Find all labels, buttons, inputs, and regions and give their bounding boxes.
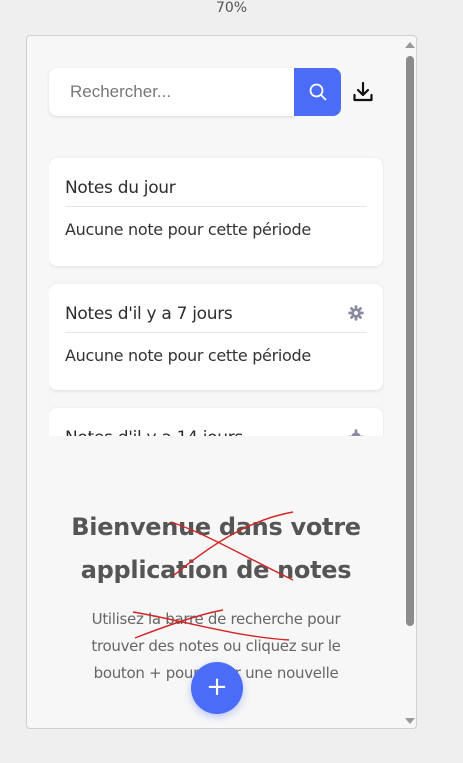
- download-button[interactable]: [349, 78, 377, 106]
- welcome-title: Bienvenue dans votre application de note…: [71, 513, 361, 584]
- note-card-14-days: Notes d'il y a 14 jours: [49, 408, 383, 436]
- add-note-button[interactable]: +: [191, 662, 243, 714]
- note-card-title: Notes d'il y a 14 jours: [65, 428, 243, 436]
- search-input[interactable]: [49, 68, 295, 116]
- note-card-empty-text: Aucune note pour cette période: [65, 220, 311, 239]
- note-card-empty-text: Aucune note pour cette période: [65, 346, 311, 365]
- gear-icon[interactable]: [347, 428, 365, 436]
- note-card-header: Notes d'il y a 7 jours: [65, 304, 367, 333]
- welcome-section: Bienvenue dans votre application de note…: [27, 506, 405, 687]
- search-icon: [309, 83, 326, 101]
- note-card-header: Notes du jour: [65, 178, 367, 207]
- gear-icon[interactable]: [347, 304, 365, 322]
- scroll-down-arrow-icon[interactable]: [405, 718, 415, 724]
- note-card-title: Notes du jour: [65, 178, 176, 198]
- note-card-7-days: Notes d'il y a 7 jours Aucune note pour …: [49, 284, 383, 390]
- scroll-up-arrow-icon[interactable]: [405, 42, 415, 48]
- popup-content: Notes du jour Aucune note pour cette pér…: [27, 36, 405, 728]
- search-button[interactable]: [294, 68, 341, 116]
- note-card-header: Notes d'il y a 14 jours: [65, 428, 367, 436]
- download-icon: [353, 81, 373, 102]
- notes-popup: Notes du jour Aucune note pour cette pér…: [26, 35, 417, 729]
- note-card-today: Notes du jour Aucune note pour cette pér…: [49, 158, 383, 266]
- zoom-level: 70%: [215, 0, 248, 16]
- scrollbar-thumb[interactable]: [406, 56, 414, 626]
- search-bar: [49, 68, 389, 116]
- scrollbar[interactable]: [403, 36, 416, 728]
- notes-list[interactable]: Notes du jour Aucune note pour cette pér…: [49, 156, 384, 436]
- note-card-title: Notes d'il y a 7 jours: [65, 304, 233, 324]
